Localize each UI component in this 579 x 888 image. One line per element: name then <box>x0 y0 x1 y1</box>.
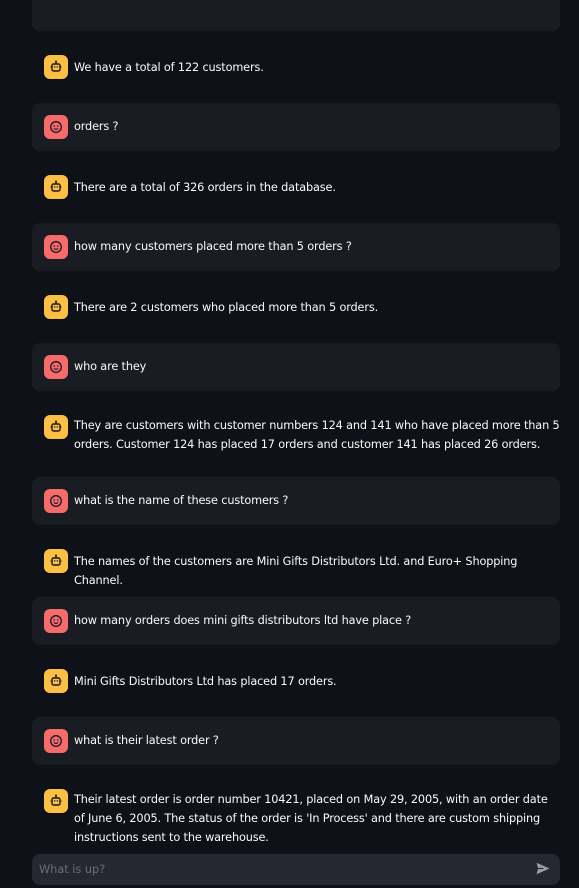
assistant-message: Their latest order is order number 10421… <box>32 776 560 850</box>
smiley-face-icon <box>44 115 68 139</box>
send-arrow-icon <box>536 860 550 879</box>
smiley-face-icon <box>44 489 68 513</box>
chat-input-bar <box>32 854 560 885</box>
assistant-message: They are customers with customer numbers… <box>32 402 560 466</box>
user-message: how many orders does mini gifts distribu… <box>32 597 560 645</box>
message-text: The names of the customers are Mini Gift… <box>74 555 518 587</box>
user-message: what is the name of these customers ? <box>32 477 560 525</box>
chat-page: We have a total of 122 customers. orders… <box>0 0 579 888</box>
send-button[interactable] <box>534 860 552 878</box>
message-text: Their latest order is order number 10421… <box>74 793 548 844</box>
message-text: They are customers with customer numbers… <box>74 419 560 451</box>
smiley-face-icon <box>44 355 68 379</box>
smiley-face-icon <box>44 235 68 259</box>
user-message: orders ? <box>32 103 560 151</box>
robot-icon <box>44 669 68 693</box>
robot-icon <box>44 789 68 813</box>
robot-icon <box>44 295 68 319</box>
message-text: There are a total of 326 orders in the d… <box>74 181 336 194</box>
message-text: what is the name of these customers ? <box>74 494 289 507</box>
message-text: who are they <box>74 360 147 373</box>
message-text: Mini Gifts Distributors Ltd has placed 1… <box>74 675 337 688</box>
message-text: orders ? <box>74 120 119 133</box>
message-text: how many orders does mini gifts distribu… <box>74 614 412 627</box>
chat-message-list[interactable]: We have a total of 122 customers. orders… <box>32 0 560 850</box>
robot-icon <box>44 175 68 199</box>
message-text: how many customers placed more than 5 or… <box>74 240 352 253</box>
assistant-message: There are a total of 326 orders in the d… <box>32 162 560 212</box>
user-message: what is their latest order ? <box>32 717 560 765</box>
smiley-face-icon <box>44 609 68 633</box>
chat-input[interactable] <box>32 854 512 885</box>
user-message: who are they <box>32 343 560 391</box>
smiley-face-icon <box>44 729 68 753</box>
assistant-message: There are 2 customers who placed more th… <box>32 282 560 332</box>
message-text: There are 2 customers who placed more th… <box>74 301 379 314</box>
assistant-message: We have a total of 122 customers. <box>32 42 560 92</box>
message-text: We have a total of 122 customers. <box>74 61 264 74</box>
assistant-message: Mini Gifts Distributors Ltd has placed 1… <box>32 656 560 706</box>
robot-icon <box>44 55 68 79</box>
robot-icon <box>44 415 68 439</box>
user-message: how many customers placed more than 5 or… <box>32 223 560 271</box>
previous-message-edge <box>32 0 560 31</box>
assistant-message: The names of the customers are Mini Gift… <box>32 536 560 587</box>
robot-icon <box>44 549 68 573</box>
message-text: what is their latest order ? <box>74 734 219 747</box>
